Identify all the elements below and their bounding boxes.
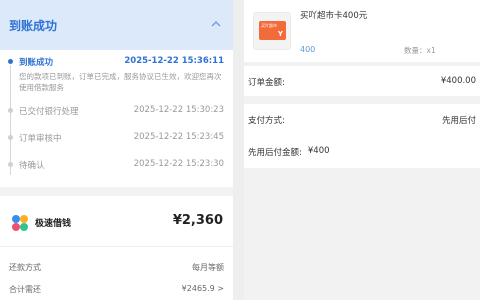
timeline-dot: [8, 135, 13, 140]
total-due-label: 合计需还: [9, 285, 41, 294]
timeline-step-time: 2025-12-22 15:23:30: [133, 159, 224, 169]
gift-card-image: 买吖超市 Y: [259, 21, 286, 40]
timeline-line: [10, 65, 11, 175]
gift-card-text: 买吖超市: [261, 23, 277, 28]
product-quantity: 数量：x1: [404, 46, 436, 55]
timeline-description: 您的款项已到账，订单已完成，服务协议已生效，欢迎您再次使用借款服务: [19, 72, 222, 92]
divider: [0, 246, 233, 247]
product-price: 400: [300, 45, 316, 54]
timeline-step: 到账成功 2025-12-22 15:36:11: [19, 56, 224, 68]
timeline-step-time: 2025-12-22 15:23:45: [133, 132, 224, 142]
order-total-section: 订单金额: ¥400.00: [244, 66, 480, 96]
loan-status-panel: 到账成功 到账成功 2025-12-22 15:36:11 您的款项已到账，订单…: [0, 0, 233, 300]
timeline-step-label: 已交付银行处理: [19, 107, 79, 117]
repay-method-value: 每月等额: [192, 263, 224, 272]
timeline-dot: [8, 162, 13, 167]
payment-section: 支付方式: 先用后付 先用后付金额: ¥400: [244, 104, 480, 168]
order-total-label: 订单金额:: [248, 78, 285, 88]
bnpl-amount-value: ¥400: [307, 146, 330, 156]
timeline-step-label: 订单审核中: [19, 134, 62, 144]
timeline-dot-active: [8, 59, 13, 64]
repay-method-label: 还款方式: [9, 263, 41, 272]
bnpl-amount-label: 先用后付金额:: [248, 148, 302, 158]
timeline-step-time: 2025-12-22 15:36:11: [124, 56, 224, 66]
total-due-value[interactable]: ¥2465.9 >: [182, 284, 224, 295]
status-timeline: 到账成功 2025-12-22 15:36:11 您的款项已到账，订单已完成，服…: [0, 50, 233, 187]
payment-method-label: 支付方式:: [248, 116, 285, 126]
payment-method-value: 先用后付: [441, 116, 476, 126]
status-title: 到账成功: [9, 18, 58, 33]
bnpl-amount-row: 先用后付金额: ¥400: [248, 146, 476, 158]
order-total-value: ¥400.00: [440, 76, 476, 86]
repay-method-row: 还款方式 每月等额: [9, 262, 224, 273]
product-title: 买吖超市卡400元: [300, 11, 368, 21]
chevron-up-icon[interactable]: [211, 20, 221, 28]
timeline-step: 订单审核中 2025-12-22 15:23:45: [19, 132, 224, 144]
timeline-dot: [8, 108, 13, 113]
product-thumbnail: 买吖超市 Y: [253, 12, 291, 50]
product-item[interactable]: 买吖超市 Y 买吖超市卡400元 400 数量：x1: [244, 0, 480, 62]
order-total-row: 订单金额: ¥400.00: [248, 76, 476, 88]
timeline-step-time: 2025-12-22 15:30:23: [133, 105, 224, 115]
timeline-step: 待确认 2025-12-22 15:23:30: [19, 159, 224, 171]
loan-product-name: 极速借钱: [35, 219, 72, 229]
status-header[interactable]: 到账成功: [0, 0, 233, 50]
loan-summary-card: 极速借钱 ¥2,360 还款方式 每月等额 合计需还 ¥2465.9 >: [0, 196, 233, 300]
timeline-step-label: 到账成功: [19, 58, 54, 68]
total-due-row[interactable]: 合计需还 ¥2465.9 >: [9, 284, 224, 295]
timeline-step: 已交付银行处理 2025-12-22 15:30:23: [19, 105, 224, 117]
payment-method-row: 支付方式: 先用后付: [248, 114, 476, 126]
petal-logo-icon: [12, 215, 28, 231]
order-detail-panel: 买吖超市 Y 买吖超市卡400元 400 数量：x1 订单金额: ¥400.00…: [244, 0, 480, 300]
timeline-step-label: 待确认: [19, 161, 45, 171]
loan-amount: ¥2,360: [172, 213, 223, 228]
gift-card-mark: Y: [277, 30, 283, 38]
